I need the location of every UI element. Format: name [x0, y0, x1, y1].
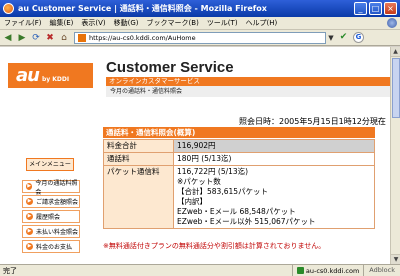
menu-go[interactable]: 移動(G) — [110, 18, 143, 28]
status-text: 完了 — [3, 266, 17, 275]
go-icon[interactable]: ✔ — [338, 32, 349, 43]
throbber-icon — [387, 18, 397, 28]
query-timestamp: 照会日時：2005年5月15日1時12分現在 — [239, 117, 386, 126]
vertical-scrollbar[interactable]: ▲ ▼ — [390, 47, 400, 264]
packet-other: EZweb・Eメール以外 515,067パケット — [177, 217, 316, 226]
arrow-bullet-icon: ▶ — [26, 198, 33, 205]
row-value-call: 180円 (5/13迄) — [173, 152, 375, 166]
scroll-thumb[interactable] — [392, 58, 400, 118]
arrow-bullet-icon: ▶ — [26, 243, 33, 250]
menu-tools[interactable]: ツール(T) — [203, 18, 242, 28]
main-menu-heading: メインメニュー — [26, 158, 74, 171]
status-domain: au-cs0.kddi.com — [291, 264, 363, 276]
sidebar-item-current-charges[interactable]: ▶ 今月の通話料照会 — [22, 179, 80, 196]
navigation-toolbar: ◀ ▶ ⟳ ✖ ⌂ https://au-cs0.kddi.com/AuHome… — [0, 30, 400, 46]
table-row: 料金合計 116,902円 — [103, 139, 375, 153]
packet-ezweb-mail: EZweb・Eメール 68,548パケット — [177, 207, 296, 216]
firefox-icon — [3, 3, 14, 14]
breadcrumb: 今月の通話料・通信料照会 — [106, 86, 390, 97]
window-title: au Customer Service | 通話料・通信料照会 - Mozill… — [18, 4, 267, 13]
row-value-total: 116,902円 — [173, 139, 375, 153]
scroll-up-icon[interactable]: ▲ — [391, 47, 400, 57]
packet-breakdown-label: 【内訳】 — [177, 197, 207, 206]
forward-arrow-icon[interactable]: ▶ — [16, 32, 28, 44]
window-titlebar: au Customer Service | 通話料・通信料照会 - Mozill… — [0, 0, 400, 17]
address-dropdown-icon[interactable]: ▼ — [326, 34, 336, 42]
sidebar-item-label: 未払い料金照会 — [36, 229, 79, 236]
sidebar-item-unpaid[interactable]: ▶ 未払い料金照会 — [22, 225, 80, 238]
minimize-button[interactable]: _ — [354, 2, 367, 15]
sidebar-item-label: ご請求金額照会 — [36, 199, 79, 206]
logo-au-text: au — [16, 65, 40, 86]
disclaimer-note: ※無料通話付きプランの無料通話分や割引額は計算されておりません。 — [103, 242, 326, 250]
status-domain-text: au-cs0.kddi.com — [305, 266, 360, 275]
arrow-bullet-icon: ▶ — [26, 183, 33, 190]
search-engine-icon[interactable]: G — [353, 32, 364, 43]
au-kddi-logo[interactable]: au by KDDI — [8, 63, 93, 88]
sidebar-item-history[interactable]: ▶ 履歴照会 — [22, 210, 80, 223]
menu-view[interactable]: 表示(V) — [77, 18, 109, 28]
service-banner: オンラインカスタマーサービス — [106, 77, 390, 86]
sidebar-item-label: 料金のお支払 — [36, 244, 73, 251]
packet-count-label: ※パケット数 — [177, 177, 221, 186]
scroll-down-icon[interactable]: ▼ — [391, 254, 400, 264]
logo-kddi-text: by KDDI — [41, 76, 70, 83]
home-icon[interactable]: ⌂ — [58, 32, 70, 44]
close-button[interactable]: × — [384, 2, 397, 15]
row-value-packet: 116,722円 (5/13迄) ※パケット数 【合計】583,615パケット … — [173, 165, 375, 229]
maximize-button[interactable]: □ — [369, 2, 382, 15]
reload-icon[interactable]: ⟳ — [30, 32, 42, 44]
site-favicon-icon — [78, 33, 86, 42]
menu-file[interactable]: ファイル(F) — [0, 18, 46, 28]
arrow-bullet-icon: ▶ — [26, 213, 33, 220]
table-row: 通話料 180円 (5/13迄) — [103, 152, 375, 166]
packet-amount: 116,722円 (5/13迄) — [177, 167, 249, 176]
arrow-bullet-icon: ▶ — [26, 228, 33, 235]
charges-table: 料金合計 116,902円 通話料 180円 (5/13迄) パケット通信料 1… — [103, 139, 375, 229]
menu-help[interactable]: ヘルプ(H) — [242, 18, 282, 28]
back-arrow-icon[interactable]: ◀ — [2, 32, 14, 44]
status-bar: 完了 au-cs0.kddi.com Adblock — [0, 264, 400, 276]
address-url[interactable]: https://au-cs0.kddi.com/AuHome — [89, 34, 196, 42]
sidebar-item-label: 履歴照会 — [36, 214, 61, 221]
menu-bookmarks[interactable]: ブックマーク(B) — [143, 18, 203, 28]
secure-lock-icon — [296, 267, 304, 274]
page-viewport: au by KDDI Customer Service オンラインカスタマーサー… — [0, 47, 390, 264]
table-row: パケット通信料 116,722円 (5/13迄) ※パケット数 【合計】583,… — [103, 165, 375, 229]
row-label-packet: パケット通信料 — [103, 165, 174, 229]
stop-icon[interactable]: ✖ — [44, 32, 56, 44]
page-title: Customer Service — [106, 59, 234, 76]
menu-bar: ファイル(F) 編集(E) 表示(V) 移動(G) ブックマーク(B) ツール(… — [0, 17, 400, 30]
row-label-total: 料金合計 — [103, 139, 174, 153]
sidebar-item-billing[interactable]: ▶ ご請求金額照会 — [22, 195, 80, 208]
packet-total: 【合計】583,615パケット — [177, 187, 269, 196]
sidebar-item-label: 今月の通話料照会 — [35, 179, 78, 196]
address-bar[interactable]: https://au-cs0.kddi.com/AuHome — [74, 31, 326, 44]
adblock-indicator[interactable]: Adblock — [363, 264, 400, 276]
menu-edit[interactable]: 編集(E) — [46, 18, 78, 28]
charges-table-title: 通話料・通信料照会(概算) — [103, 127, 375, 138]
row-label-call: 通話料 — [103, 152, 174, 166]
sidebar-item-payment[interactable]: ▶ 料金のお支払 — [22, 240, 80, 253]
